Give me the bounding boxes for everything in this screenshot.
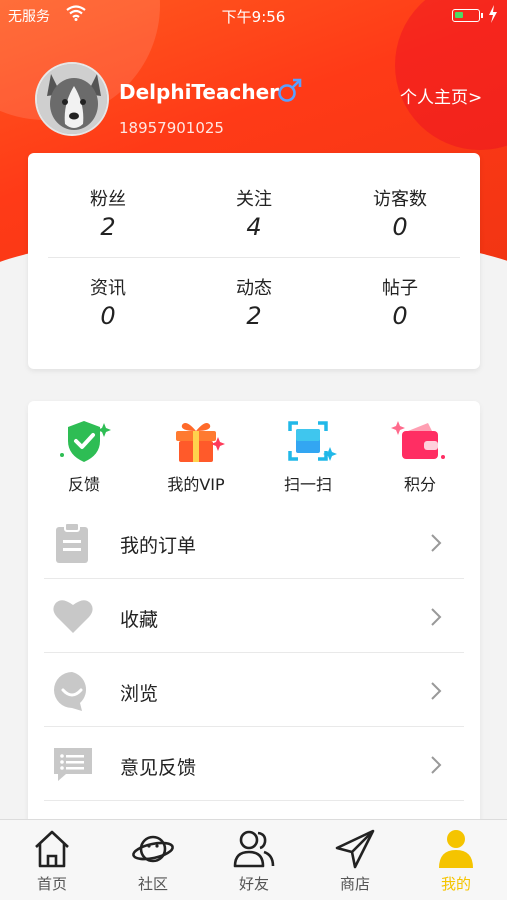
avatar[interactable] — [35, 62, 109, 136]
stat-value: 0 — [392, 302, 408, 330]
tab-label: 好友 — [238, 875, 269, 893]
stat-value: 4 — [246, 213, 262, 241]
quick-action-label: 反馈 — [67, 475, 100, 494]
smile-bubble-icon — [52, 670, 92, 716]
scan-icon — [288, 421, 337, 461]
menu-item-label: 我的订单 — [120, 535, 197, 557]
stat-label: 资讯 — [90, 278, 126, 299]
home-icon — [35, 830, 69, 868]
stat-visitors[interactable]: 访客数 0 — [325, 185, 475, 241]
stat-value: 0 — [100, 302, 116, 330]
quick-action-label: 积分 — [403, 475, 436, 494]
status-bar: 无服务 下午9:56 — [0, 0, 507, 30]
quick-action-scan[interactable]: 扫一扫 — [258, 417, 358, 495]
battery-icon — [452, 9, 483, 22]
send-icon — [335, 829, 375, 869]
personal-homepage-link[interactable]: 个人主页> — [400, 83, 482, 108]
chevron-right-icon — [430, 755, 442, 779]
menu-item-orders[interactable]: 我的订单 — [44, 505, 464, 579]
tab-home[interactable]: 首页 — [12, 828, 92, 894]
charging-icon — [488, 5, 498, 27]
status-time: 下午9:56 — [221, 8, 286, 26]
planet-icon — [132, 835, 174, 863]
tab-community[interactable]: 社区 — [113, 828, 193, 894]
stat-value: 0 — [392, 213, 408, 241]
stat-news[interactable]: 资讯 0 — [33, 274, 183, 330]
stat-posts[interactable]: 帖子 0 — [325, 274, 475, 330]
tab-mine[interactable]: 我的 — [416, 828, 496, 894]
stats-divider — [48, 257, 460, 258]
menu-item-label: 意见反馈 — [120, 757, 197, 779]
username: DelphiTeacher — [119, 80, 279, 104]
stats-card: 粉丝 2 关注 4 访客数 0 资讯 0 动态 2 帖子 0 — [28, 153, 480, 369]
tab-store[interactable]: 商店 — [315, 828, 395, 894]
tab-label: 首页 — [36, 875, 67, 893]
stat-label: 动态 — [236, 278, 272, 299]
stat-label: 关注 — [236, 189, 272, 210]
wallet-icon — [391, 421, 445, 459]
tab-label: 社区 — [137, 875, 168, 893]
message-icon — [52, 744, 94, 788]
male-gender-icon — [277, 77, 303, 107]
shield-check-icon — [60, 421, 111, 462]
clipboard-icon — [52, 522, 92, 568]
quick-action-label: 我的VIP — [167, 475, 225, 494]
chevron-right-icon — [430, 533, 442, 557]
stat-label: 帖子 — [382, 278, 418, 299]
tab-label: 商店 — [339, 875, 370, 893]
user-icon — [439, 830, 473, 868]
quick-action-vip[interactable]: 我的VIP — [146, 417, 246, 495]
stat-value: 2 — [100, 213, 116, 241]
stat-fans[interactable]: 粉丝 2 — [33, 185, 183, 241]
tab-friends[interactable]: 好友 — [214, 828, 294, 894]
heart-icon — [52, 596, 94, 640]
menu-item-favorites[interactable]: 收藏 — [44, 579, 464, 653]
menu-card: 反馈 我的VIP 扫一扫 积分 我的订单 收藏 浏览 意见反馈 — [28, 401, 480, 831]
phone-number: 18957901025 — [119, 119, 224, 137]
quick-action-label: 扫一扫 — [283, 475, 332, 494]
tab-label: 我的 — [440, 875, 471, 893]
stat-label: 访客数 — [373, 189, 427, 210]
friends-icon — [233, 830, 275, 868]
stat-label: 粉丝 — [90, 189, 126, 210]
chevron-right-icon — [430, 681, 442, 705]
stat-value: 2 — [246, 302, 262, 330]
quick-action-points[interactable]: 积分 — [370, 417, 470, 495]
stat-moments[interactable]: 动态 2 — [179, 274, 329, 330]
chevron-right-icon — [430, 607, 442, 631]
menu-item-suggestions[interactable]: 意见反馈 — [44, 727, 464, 801]
quick-action-feedback[interactable]: 反馈 — [34, 417, 134, 495]
menu-item-label: 浏览 — [120, 683, 159, 705]
bottom-tab-bar: 首页 社区 好友 商店 我的 — [0, 819, 507, 900]
menu-item-label: 收藏 — [120, 609, 159, 631]
stat-following[interactable]: 关注 4 — [179, 185, 329, 241]
gift-icon — [176, 423, 225, 462]
menu-item-browse-history[interactable]: 浏览 — [44, 653, 464, 727]
